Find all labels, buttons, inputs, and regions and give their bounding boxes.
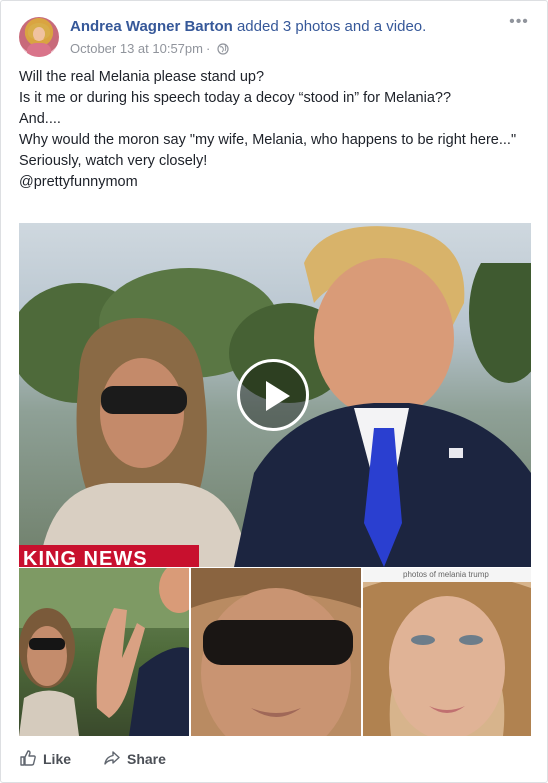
author-name-link[interactable]: Andrea Wagner Barton xyxy=(70,18,233,35)
post-title-line: Andrea Wagner Barton added 3 photos and … xyxy=(70,18,426,35)
search-text-overlay: photos of melania trump xyxy=(363,568,531,582)
video-thumbnail[interactable]: KING NEWS xyxy=(19,223,531,567)
thumbs-up-icon xyxy=(19,749,37,770)
meta-separator: · xyxy=(205,41,211,56)
share-arrow-icon xyxy=(103,749,121,770)
share-label: Share xyxy=(127,751,166,767)
post-text: Will the real Melania please stand up? I… xyxy=(19,67,519,193)
like-button[interactable]: Like xyxy=(19,747,71,771)
share-button[interactable]: Share xyxy=(103,747,166,771)
more-dots-icon[interactable]: ••• xyxy=(507,14,531,31)
author-avatar[interactable] xyxy=(19,17,59,57)
photo-thumbnail-3[interactable]: photos of melania trump xyxy=(363,568,531,736)
post-text-line: And.... xyxy=(19,111,61,127)
feed-post: Andrea Wagner Barton added 3 photos and … xyxy=(0,0,548,783)
photo-thumbnail-2[interactable] xyxy=(191,568,361,736)
photo-thumbnail-1[interactable] xyxy=(19,568,189,736)
post-timestamp[interactable]: October 13 at 10:57pm xyxy=(70,41,203,56)
post-text-line: Why would the moron say "my wife, Melani… xyxy=(19,132,517,148)
post-text-line: Will the real Melania please stand up? xyxy=(19,69,265,85)
post-text-line: Seriously, watch very closely! xyxy=(19,153,208,169)
play-icon[interactable] xyxy=(237,359,309,431)
post-action-text: added 3 photos and a video. xyxy=(236,18,427,35)
globe-icon xyxy=(217,43,229,58)
post-header: Andrea Wagner Barton added 3 photos and … xyxy=(19,14,533,61)
news-banner: KING NEWS xyxy=(19,545,199,567)
post-meta: October 13 at 10:57pm · xyxy=(70,41,229,58)
post-text-line[interactable]: @prettyfunnymom xyxy=(19,172,519,193)
post-text-line: Is it me or during his speech today a de… xyxy=(19,90,452,106)
woman-figure xyxy=(39,318,249,567)
like-label: Like xyxy=(43,751,72,767)
